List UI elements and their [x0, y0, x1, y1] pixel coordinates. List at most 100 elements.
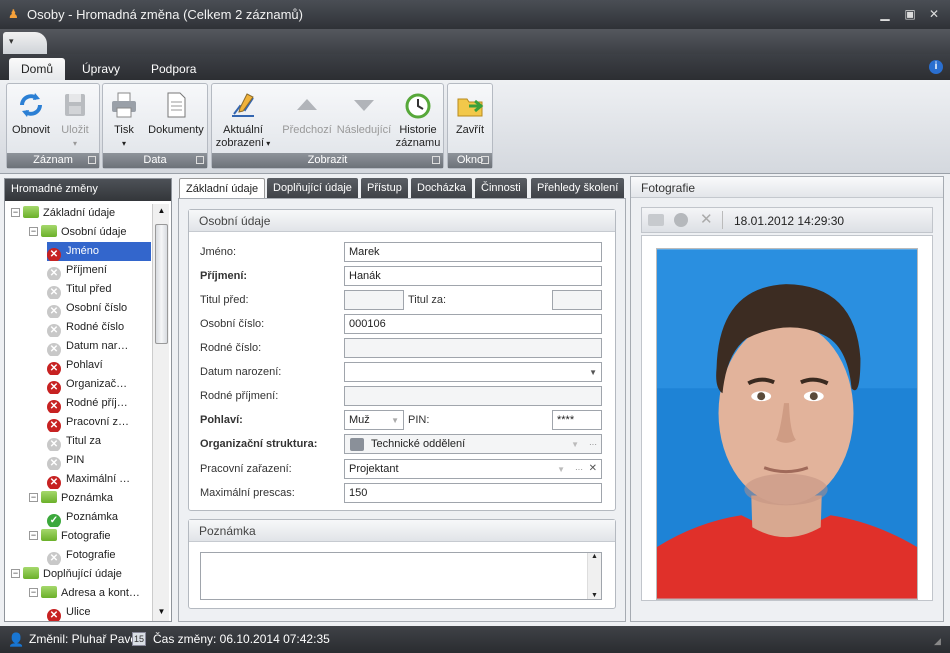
tree-item-label: PIN: [66, 454, 85, 466]
note-textarea[interactable]: ▲ ▼: [200, 552, 602, 600]
tree-item-fotografie[interactable]: ✕ Fotografie: [47, 546, 151, 565]
tab-domu[interactable]: Domů: [9, 58, 66, 80]
note-scrollbar[interactable]: ▲ ▼: [587, 553, 601, 599]
open-folder-icon[interactable]: [648, 214, 664, 226]
dialog-launcher-icon[interactable]: [196, 156, 204, 164]
tree-item-datum-narozeni[interactable]: ✕ Datum nar…: [47, 337, 151, 356]
tree-item-adresa-a-kontakty[interactable]: − Adresa a kont…: [29, 584, 151, 603]
print-button[interactable]: Tisk ▾: [105, 88, 143, 150]
tree-item-pohlavi[interactable]: ✕ Pohlaví: [47, 356, 151, 375]
pin-field[interactable]: ****: [552, 410, 602, 430]
birth-number-label: Rodné číslo:: [200, 342, 262, 354]
dialog-launcher-icon[interactable]: [88, 156, 96, 164]
resize-grip-icon[interactable]: ◢: [934, 636, 941, 647]
tab-upravy[interactable]: Úpravy: [70, 58, 132, 80]
info-icon[interactable]: i: [929, 60, 943, 74]
tree-item-label: Maximální …: [66, 473, 131, 485]
printer-icon: [112, 92, 136, 118]
birth-number-field[interactable]: [344, 338, 602, 358]
bulk-changes-panel: Hromadné změny − Základní údaje − Osobní úd…: [4, 178, 172, 622]
tab-dochazka[interactable]: Docházka: [411, 178, 472, 199]
maximize-button[interactable]: ▣: [902, 6, 918, 22]
scroll-thumb[interactable]: [155, 224, 168, 344]
collapse-icon[interactable]: −: [29, 227, 38, 236]
gender-select[interactable]: Muž ▼: [344, 410, 404, 430]
first-name-field[interactable]: Marek: [344, 242, 602, 262]
tab-doplnujici-udaje[interactable]: Doplňující údaje: [267, 178, 358, 199]
tree-item-pin[interactable]: ✕ PIN: [47, 451, 151, 470]
tab-podpora[interactable]: Podpora: [139, 58, 208, 80]
tree-scrollbar[interactable]: ▲ ▼: [152, 204, 169, 621]
tab-pristup[interactable]: Přístup: [361, 178, 408, 199]
tree-item-rodne-prijmeni[interactable]: ✕ Rodné příj…: [47, 394, 151, 413]
dialog-launcher-icon[interactable]: [481, 156, 489, 164]
window-title: Osoby - Hromadná změna (Celkem 2 záznamů…: [27, 7, 303, 22]
previous-label: Předchozí: [282, 124, 332, 136]
scroll-up-icon[interactable]: ▲: [588, 553, 601, 560]
collapse-icon[interactable]: −: [11, 208, 20, 217]
documents-button[interactable]: Dokumenty: [145, 88, 207, 137]
tree-item-pracovni-zarazeni[interactable]: ✕ Pracovní z…: [47, 413, 151, 432]
birth-date-field[interactable]: ▼: [344, 362, 602, 382]
tree-item-zakladni-udaje[interactable]: − Základní údaje: [11, 204, 151, 223]
collapse-icon[interactable]: −: [29, 493, 38, 502]
personal-number-field[interactable]: 000106: [344, 314, 602, 334]
folder-icon: [41, 491, 57, 503]
title-before-field[interactable]: [344, 290, 404, 310]
tree-item-fotografie-group[interactable]: − Fotografie: [29, 527, 151, 546]
tree-item-doplnujici-udaje[interactable]: − Doplňující údaje: [11, 565, 151, 584]
collapse-icon[interactable]: −: [29, 588, 38, 597]
delete-photo-icon[interactable]: ✕: [700, 210, 713, 228]
tree-item-label: Ulice: [66, 606, 91, 618]
camera-icon[interactable]: [674, 213, 688, 227]
tab-prehledy-skoleni[interactable]: Přehledy školení: [531, 178, 625, 199]
tree-item-poznamka[interactable]: ✓ Poznámka: [47, 508, 151, 527]
refresh-button[interactable]: Obnovit: [10, 88, 52, 137]
quick-access-menu-button[interactable]: ▾: [3, 32, 47, 54]
dropdown-arrow-icon[interactable]: ▼: [571, 438, 579, 451]
tree-item-label: Organizač…: [66, 378, 128, 390]
next-button[interactable]: Následující: [336, 88, 392, 137]
group-label-okno: Okno: [448, 153, 492, 168]
save-button[interactable]: Uložit ▾: [55, 88, 95, 150]
tree-item-rodne-cislo[interactable]: ✕ Rodné číslo: [47, 318, 151, 337]
scroll-down-icon[interactable]: ▼: [588, 592, 601, 599]
collapse-icon[interactable]: −: [11, 569, 20, 578]
previous-button[interactable]: Předchozí: [282, 88, 332, 137]
clear-icon[interactable]: ✕: [589, 462, 597, 475]
tree-item-organizacni-struktura[interactable]: ✕ Organizač…: [47, 375, 151, 394]
collapse-icon[interactable]: −: [29, 531, 38, 540]
tree-item-titul-za[interactable]: ✕ Titul za: [47, 432, 151, 451]
minimize-button[interactable]: ▁: [877, 6, 893, 22]
last-name-field[interactable]: Hanák: [344, 266, 602, 286]
tree-item-maximalni-prescas[interactable]: ✕ Maximální …: [47, 470, 151, 489]
max-overtime-field[interactable]: 150: [344, 483, 602, 503]
dropdown-arrow-icon[interactable]: ▼: [589, 366, 597, 379]
tab-cinnosti[interactable]: Činnosti: [475, 178, 527, 199]
tree-item-ulice[interactable]: ✕ Ulice: [47, 603, 151, 621]
birth-surname-field[interactable]: [344, 386, 602, 406]
current-view-button[interactable]: Aktuální zobrazení ▾: [214, 88, 272, 150]
dropdown-arrow-icon[interactable]: ▼: [557, 463, 565, 476]
more-options-icon[interactable]: ···: [589, 438, 597, 451]
more-options-icon[interactable]: ···: [575, 463, 583, 476]
job-position-field[interactable]: Projektant ✕ ··· ▼: [344, 459, 602, 479]
tree-item-label: Datum nar…: [66, 340, 129, 352]
tree-item-osobni-udaje[interactable]: − Osobní údaje: [29, 223, 151, 242]
record-history-button[interactable]: Historie záznamu: [394, 88, 442, 150]
org-structure-field[interactable]: Technické oddělení ··· ▼: [344, 434, 602, 454]
current-view-label-1: Aktuální: [223, 124, 263, 136]
scroll-down-icon[interactable]: ▼: [155, 607, 168, 619]
dropdown-arrow-icon[interactable]: ▼: [391, 414, 399, 427]
close-button[interactable]: Zavřít: [450, 88, 490, 137]
scroll-up-icon[interactable]: ▲: [155, 206, 168, 218]
tab-zakladni-udaje[interactable]: Základní údaje: [179, 178, 266, 199]
tree-item-prijmeni[interactable]: ✕ Příjmení: [47, 261, 151, 280]
tree-item-osobni-cislo[interactable]: ✕ Osobní číslo: [47, 299, 151, 318]
tree-item-jmeno[interactable]: ✕ Jméno: [47, 242, 151, 261]
tree-item-poznamka-group[interactable]: − Poznámka: [29, 489, 151, 508]
tree-item-titul-pred[interactable]: ✕ Titul před: [47, 280, 151, 299]
dialog-launcher-icon[interactable]: [432, 156, 440, 164]
close-window-button[interactable]: ✕: [926, 6, 942, 22]
title-after-field[interactable]: [552, 290, 602, 310]
